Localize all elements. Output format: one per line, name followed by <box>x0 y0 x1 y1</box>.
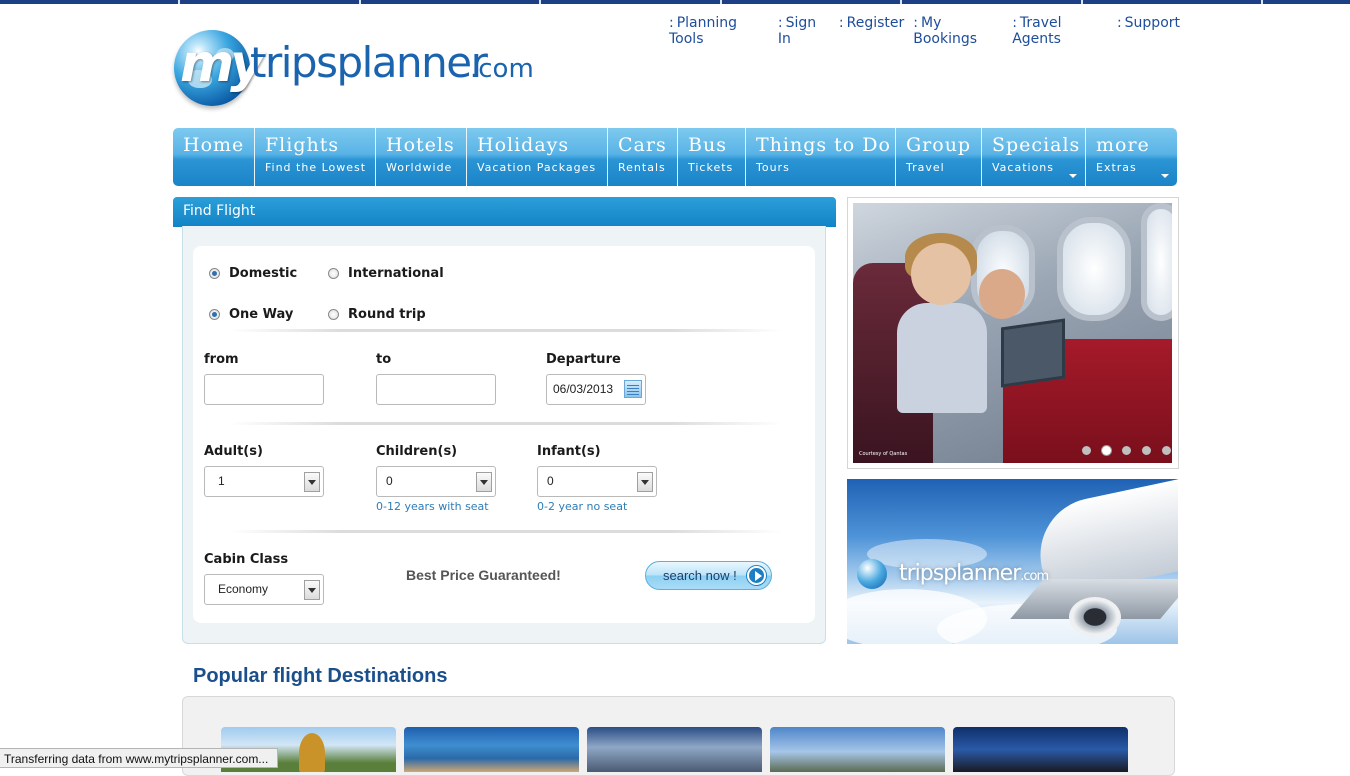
departure-date-value: 06/03/2013 <box>553 382 614 396</box>
nav-bus[interactable]: Bus Tickets <box>678 128 746 186</box>
domestic-radio[interactable]: Domestic <box>209 266 297 281</box>
destination-thumbnail[interactable] <box>404 727 579 772</box>
globe-icon <box>857 559 887 589</box>
browser-status-bar: Transferring data from www.mytripsplanne… <box>0 748 278 768</box>
radio-checked-icon <box>209 268 220 279</box>
best-price-text: Best Price Guaranteed! <box>406 567 561 583</box>
children-select[interactable]: 0 <box>376 466 496 497</box>
main-nav: Home Flights Find the Lowest Hotels Worldw… <box>173 128 1177 186</box>
photo-credit: Courtesy of Qantas <box>859 451 908 457</box>
infants-select[interactable]: 0 <box>537 466 657 497</box>
nav-hotels[interactable]: Hotels Worldwide <box>376 128 467 186</box>
site-logo[interactable]: my tripsplanner .com <box>172 28 542 110</box>
planning-tools-link[interactable]: : Planning Tools <box>669 15 769 47</box>
promo-banner[interactable]: tripsplanner.com <box>847 479 1178 644</box>
popular-destinations-title: Popular flight Destinations <box>193 665 448 687</box>
slideshow-image[interactable]: Courtesy of Qantas <box>853 203 1172 463</box>
slide-dot[interactable] <box>1082 446 1091 455</box>
one-way-radio[interactable]: One Way <box>209 307 293 322</box>
children-hint: 0-12 years with seat <box>376 500 489 513</box>
calendar-icon[interactable] <box>624 380 642 398</box>
cabin-class-select[interactable]: Economy <box>204 574 324 605</box>
slideshow-dots <box>1082 446 1182 455</box>
international-radio[interactable]: International <box>328 266 444 281</box>
slide-dot-active[interactable] <box>1102 446 1111 455</box>
departure-label: Departure <box>546 352 621 367</box>
children-label: Children(s) <box>376 444 458 459</box>
divider <box>230 329 782 332</box>
nav-home[interactable]: Home <box>173 128 255 186</box>
destination-thumbnail[interactable] <box>587 727 762 772</box>
slide-dot[interactable] <box>1142 446 1151 455</box>
support-link[interactable]: : Support <box>1117 15 1180 35</box>
logo-wordmark: tripsplanner <box>250 38 488 87</box>
register-link[interactable]: : Register <box>839 15 904 35</box>
slide-dot[interactable] <box>1162 446 1171 455</box>
destination-thumbnail[interactable] <box>770 727 945 772</box>
infants-label: Infant(s) <box>537 444 601 459</box>
to-label: to <box>376 352 392 367</box>
logo-tld: .com <box>470 54 534 84</box>
divider <box>230 530 782 533</box>
play-arrow-icon <box>747 566 766 585</box>
top-strip <box>0 0 1350 4</box>
round-trip-radio[interactable]: Round trip <box>328 307 426 322</box>
find-flight-header: Find Flight <box>173 197 836 227</box>
chevron-down-icon <box>1069 174 1077 178</box>
sign-in-link[interactable]: : Sign In <box>778 15 830 47</box>
promo-brand: tripsplanner.com <box>899 561 1049 586</box>
search-now-button[interactable]: search now ! <box>645 561 772 590</box>
radio-unchecked-icon <box>328 268 339 279</box>
to-input[interactable] <box>376 374 496 405</box>
nav-group[interactable]: Group Travel <box>896 128 982 186</box>
adults-select[interactable]: 1 <box>204 466 324 497</box>
nav-things-to-do[interactable]: Things to Do Tours <box>746 128 896 186</box>
radio-checked-icon <box>209 309 220 320</box>
top-links: : Planning Tools : Sign In : Register : My B… <box>660 15 1180 47</box>
divider <box>230 422 782 425</box>
nav-more[interactable]: more Extras <box>1086 128 1177 186</box>
dropdown-arrow-icon <box>476 472 492 492</box>
dropdown-arrow-icon <box>637 472 653 492</box>
radio-unchecked-icon <box>328 309 339 320</box>
slide-dot[interactable] <box>1122 446 1131 455</box>
nav-holidays[interactable]: Holidays Vacation Packages <box>467 128 608 186</box>
dropdown-arrow-icon <box>304 472 320 492</box>
from-label: from <box>204 352 239 367</box>
adults-label: Adult(s) <box>204 444 263 459</box>
destination-thumbnail[interactable] <box>953 727 1128 772</box>
dropdown-arrow-icon <box>304 580 320 600</box>
from-input[interactable] <box>204 374 324 405</box>
nav-cars[interactable]: Cars Rentals <box>608 128 678 186</box>
my-bookings-link[interactable]: : My Bookings <box>913 15 1003 47</box>
cabin-class-label: Cabin Class <box>204 552 289 567</box>
infants-hint: 0-2 year no seat <box>537 500 628 513</box>
departure-date-input[interactable]: 06/03/2013 <box>546 374 646 405</box>
logo-my: my <box>180 34 264 94</box>
nav-flights[interactable]: Flights Find the Lowest <box>255 128 376 186</box>
travel-agents-link[interactable]: : Travel Agents <box>1012 15 1108 47</box>
nav-specials[interactable]: Specials Vacations <box>982 128 1086 186</box>
chevron-down-icon <box>1161 174 1169 178</box>
